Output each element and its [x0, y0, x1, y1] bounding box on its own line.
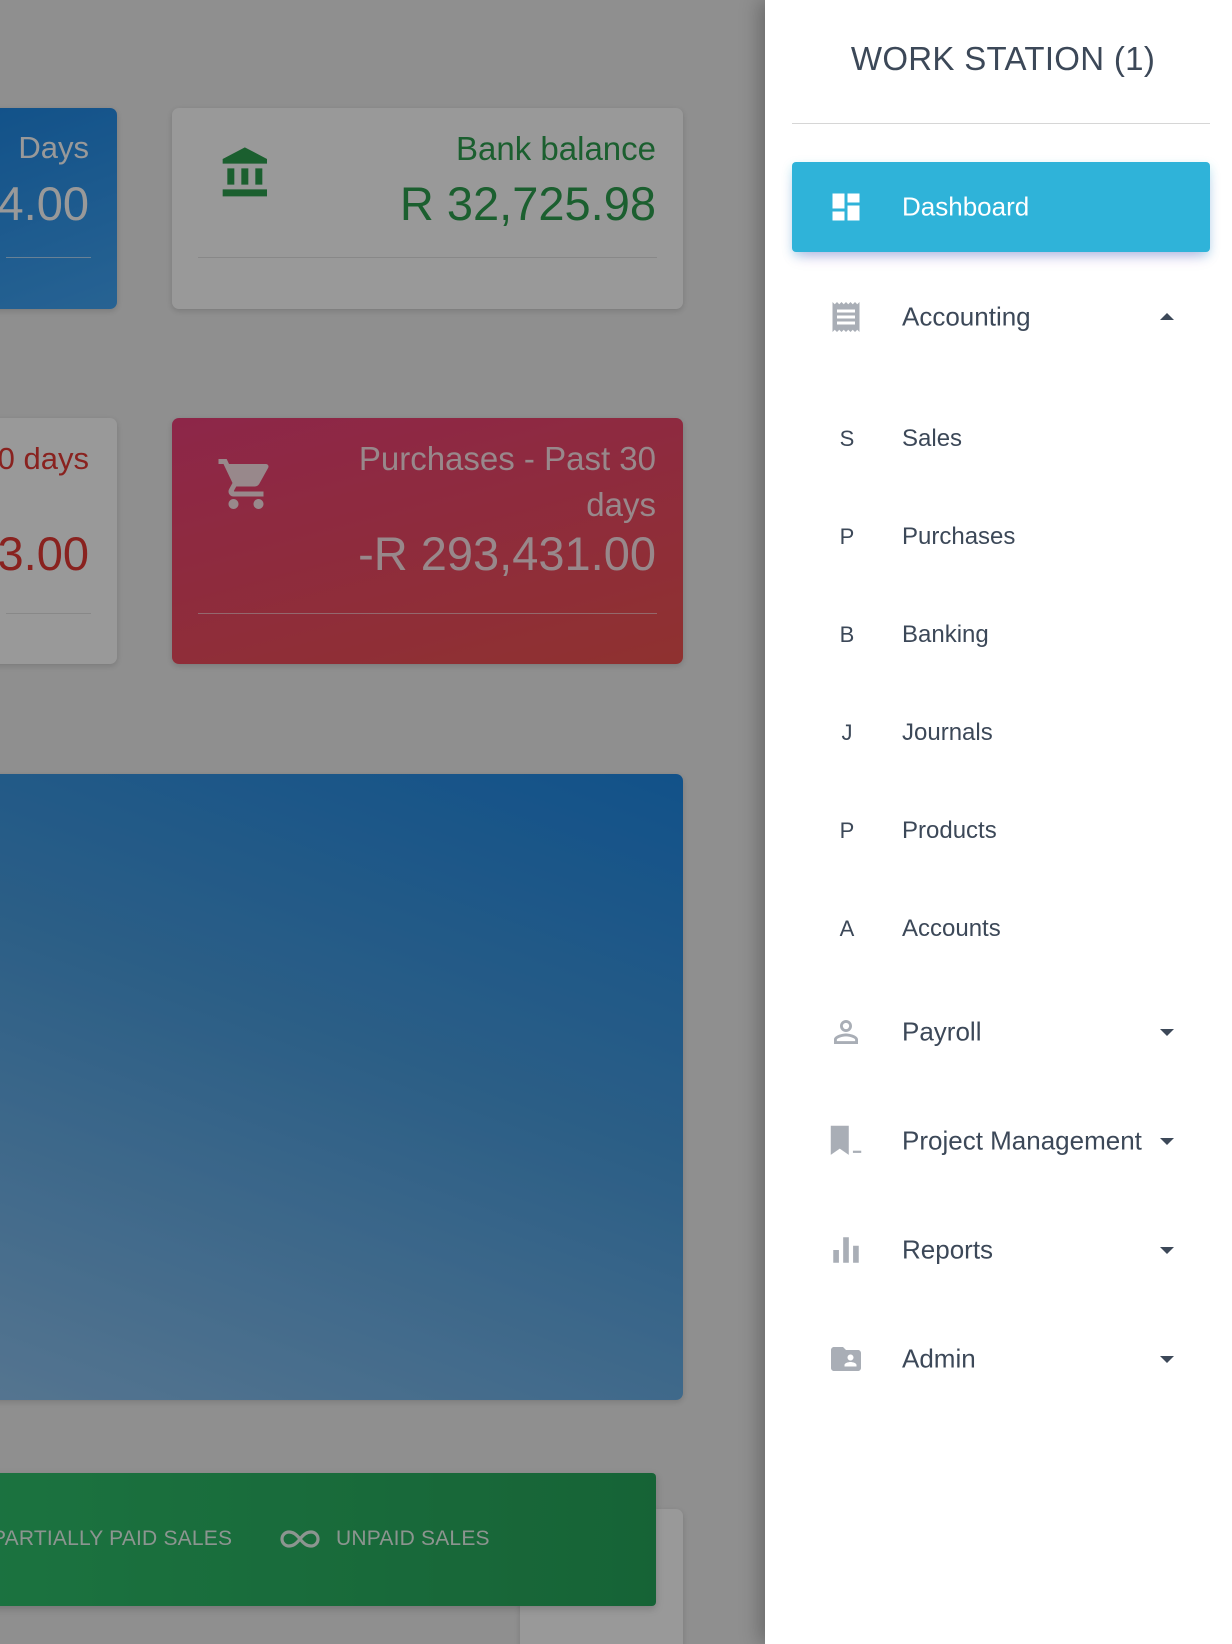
sidebar-item-label: Accounting [902, 301, 1031, 332]
sidebar-item-label: Dashboard [902, 191, 1030, 222]
sidebar-subitem-accounts[interactable]: A Accounts [792, 894, 1210, 964]
sidebar-item-admin[interactable]: Admin [792, 1314, 1210, 1404]
sidebar-item-label: Reports [902, 1234, 994, 1265]
chevron-down-icon [1160, 1138, 1174, 1145]
title-divider [792, 123, 1210, 124]
dashboard-icon [828, 189, 864, 225]
sidebar-subitem-label: Accounts [902, 915, 1001, 942]
sidebar-mini-label: B [839, 622, 855, 647]
sidebar-item-label: Admin [902, 1343, 976, 1374]
sidebar-subitem-label: Products [902, 817, 997, 844]
chevron-down-icon [1160, 1247, 1174, 1254]
chevron-down-icon [1160, 1356, 1174, 1363]
sidebar-subitem-products[interactable]: P Products [792, 796, 1210, 866]
sidebar-item-project-management[interactable]: Project Management [792, 1096, 1210, 1186]
sidebar-item-payroll[interactable]: Payroll [792, 987, 1210, 1077]
sidebar-subitem-sales[interactable]: S Sales [792, 404, 1210, 474]
sidebar-mini-label: J [841, 720, 853, 745]
sidebar-mini-label: P [839, 524, 855, 549]
chevron-down-icon [1160, 1029, 1174, 1036]
sidebar-subitem-label: Purchases [902, 523, 1016, 550]
receipt-icon [828, 299, 864, 335]
sidebar-subitem-journals[interactable]: J Journals [792, 698, 1210, 768]
sidebar-item-label: Project Management [902, 1125, 1142, 1156]
sidebar-subitem-label: Journals [902, 719, 993, 746]
bookmark-icon [828, 1123, 864, 1159]
sidebar-subitem-label: Banking [902, 621, 989, 648]
chevron-up-icon [1160, 313, 1174, 320]
sidebar-mini-label: A [839, 916, 855, 941]
sidebar-drawer: WORK STATION (1) Dashboard Accounting S … [765, 0, 1232, 1644]
sidebar-subitem-banking[interactable]: B Banking [792, 600, 1210, 670]
workstation-title[interactable]: WORK STATION (1) [792, 40, 1214, 78]
sidebar-mini-label: P [839, 818, 855, 843]
sidebar-item-label: Payroll [902, 1016, 982, 1047]
sidebar-subitem-purchases[interactable]: P Purchases [792, 502, 1210, 572]
sidebar-item-reports[interactable]: Reports [792, 1205, 1210, 1295]
folder-shared-icon [828, 1341, 864, 1377]
sidebar-item-dashboard[interactable]: Dashboard [792, 162, 1210, 252]
person-icon [828, 1014, 864, 1050]
sidebar-subitem-label: Sales [902, 425, 963, 452]
sidebar-item-accounting[interactable]: Accounting [792, 272, 1210, 362]
bar-chart-icon [828, 1232, 864, 1268]
sidebar-mini-label: S [839, 426, 855, 451]
